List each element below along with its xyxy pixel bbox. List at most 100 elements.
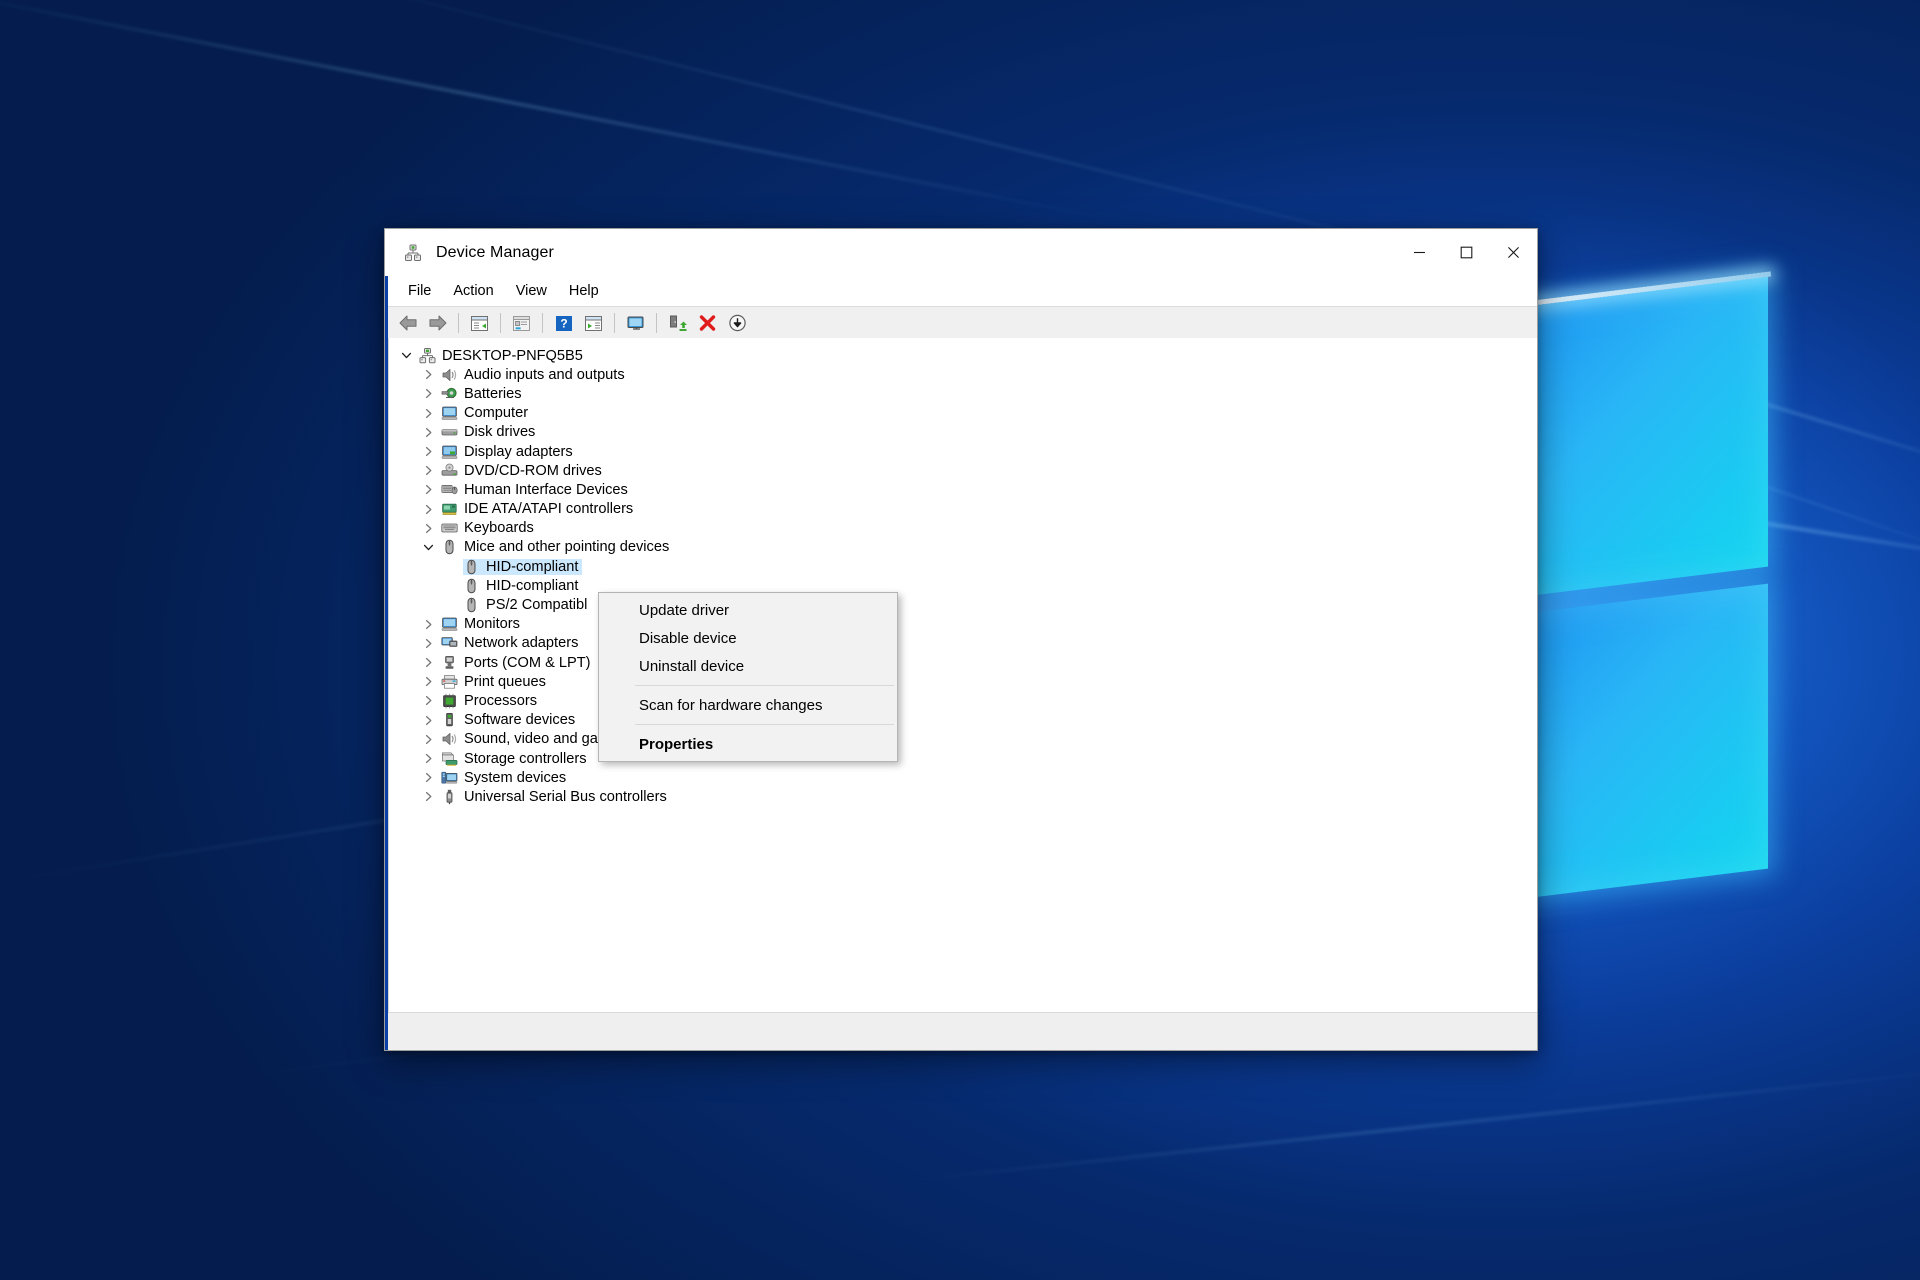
- chevron-right-icon[interactable]: [423, 388, 441, 399]
- tree-node-label: DESKTOP-PNFQ5B5: [442, 348, 583, 364]
- menu-view[interactable]: View: [505, 280, 558, 302]
- scan-hardware-changes-icon[interactable]: [723, 310, 752, 336]
- chevron-right-icon[interactable]: [423, 734, 441, 745]
- toolbar-separator: [500, 313, 501, 333]
- mouse-icon: [441, 539, 458, 555]
- toolbar-separator: [614, 313, 615, 333]
- context-menu-item-update-driver[interactable]: Update driver: [599, 596, 897, 624]
- tree-node-monitors[interactable]: Monitors: [389, 615, 1537, 634]
- chevron-right-icon[interactable]: [423, 676, 441, 687]
- menu-file[interactable]: File: [397, 280, 442, 302]
- chevron-right-icon[interactable]: [423, 408, 441, 419]
- tree-node-label: DVD/CD-ROM drives: [464, 463, 602, 479]
- tree-node-keyboards[interactable]: Keyboards: [389, 519, 1537, 538]
- context-menu-item-properties[interactable]: Properties: [599, 730, 897, 758]
- chevron-right-icon[interactable]: [423, 638, 441, 649]
- chevron-right-icon[interactable]: [423, 484, 441, 495]
- maximize-button[interactable]: [1443, 229, 1490, 276]
- tree-node-ports-com-lpt[interactable]: Ports (COM & LPT): [389, 653, 1537, 672]
- software-icon: [441, 712, 458, 728]
- chevron-right-icon[interactable]: [423, 504, 441, 515]
- properties-icon[interactable]: [507, 310, 536, 336]
- tree-node-ide-ata-atapi-controllers[interactable]: IDE ATA/ATAPI controllers: [389, 500, 1537, 519]
- tree-node-label: Disk drives: [464, 424, 535, 440]
- chevron-right-icon[interactable]: [423, 753, 441, 764]
- tree-node-display-adapters[interactable]: Display adapters: [389, 442, 1537, 461]
- tree-node-computer[interactable]: Computer: [389, 404, 1537, 423]
- tree-node-hid-compliant[interactable]: HID-compliant: [389, 576, 1537, 595]
- chevron-right-icon[interactable]: [423, 619, 441, 630]
- menu-action[interactable]: Action: [442, 280, 504, 302]
- chevron-right-icon[interactable]: [423, 369, 441, 380]
- chevron-down-icon[interactable]: [401, 350, 419, 361]
- tree-node-content: Human Interface Devices: [423, 482, 628, 498]
- tree-node-mice-and-other-pointing-devices[interactable]: Mice and other pointing devices: [389, 538, 1537, 557]
- battery-icon: [441, 386, 458, 402]
- tree-node-dvd-cd-rom-drives[interactable]: DVD/CD-ROM drives: [389, 461, 1537, 480]
- chevron-right-icon[interactable]: [423, 772, 441, 783]
- tree-node-software-devices[interactable]: Software devices: [389, 711, 1537, 730]
- tree-node-sound-video-and-game-controllers[interactable]: Sound, video and game controllers: [389, 730, 1537, 749]
- chevron-right-icon[interactable]: [423, 695, 441, 706]
- title-bar[interactable]: Device Manager: [385, 228, 1537, 276]
- chevron-right-icon[interactable]: [423, 427, 441, 438]
- computer-icon: [441, 405, 458, 421]
- forward-icon[interactable]: [423, 310, 452, 336]
- chevron-right-icon[interactable]: [423, 715, 441, 726]
- storage-icon: [441, 751, 458, 767]
- monitor-icon[interactable]: [621, 310, 650, 336]
- context-menu[interactable]: Update driverDisable deviceUninstall dev…: [598, 592, 898, 762]
- toolbar-separator: [656, 313, 657, 333]
- tree-node-content: Batteries: [423, 386, 522, 402]
- minimize-button[interactable]: [1396, 229, 1443, 276]
- tree-node-label: Computer: [464, 405, 528, 421]
- context-menu-item-uninstall-device[interactable]: Uninstall device: [599, 652, 897, 680]
- tree-node-content: System devices: [423, 770, 566, 786]
- tree-node-content: Keyboards: [423, 520, 534, 536]
- chevron-right-icon[interactable]: [423, 657, 441, 668]
- chevron-right-icon[interactable]: [423, 791, 441, 802]
- tree-node-print-queues[interactable]: Print queues: [389, 672, 1537, 691]
- tree-node-content: Print queues: [423, 674, 546, 690]
- context-menu-item-scan-for-hardware-changes[interactable]: Scan for hardware changes: [599, 691, 897, 719]
- chevron-down-icon[interactable]: [423, 542, 441, 553]
- speaker-icon: [441, 367, 458, 383]
- tree-node-disk-drives[interactable]: Disk drives: [389, 423, 1537, 442]
- close-button[interactable]: [1490, 229, 1537, 276]
- tree-node-content: PS/2 Compatibl: [445, 597, 587, 613]
- back-icon[interactable]: [393, 310, 422, 336]
- show-hide-console-tree-icon[interactable]: [465, 310, 494, 336]
- mouse-icon: [463, 578, 480, 594]
- tree-root-node[interactable]: DESKTOP-PNFQ5B5: [389, 346, 1537, 365]
- help-icon[interactable]: ?: [549, 310, 578, 336]
- tree-node-content: Network adapters: [423, 635, 578, 651]
- tree-node-label: Network adapters: [464, 635, 578, 651]
- tree-node-network-adapters[interactable]: Network adapters: [389, 634, 1537, 653]
- show-hide-action-pane-icon[interactable]: [579, 310, 608, 336]
- update-driver-icon[interactable]: [663, 310, 692, 336]
- chevron-right-icon[interactable]: [423, 465, 441, 476]
- tree-node-audio-inputs-and-outputs[interactable]: Audio inputs and outputs: [389, 365, 1537, 384]
- uninstall-device-icon[interactable]: [693, 310, 722, 336]
- tree-node-storage-controllers[interactable]: Storage controllers: [389, 749, 1537, 768]
- tree-node-batteries[interactable]: Batteries: [389, 384, 1537, 403]
- menu-help[interactable]: Help: [558, 280, 610, 302]
- device-manager-window[interactable]: Device Manager File Action View Help: [384, 228, 1538, 1051]
- chevron-right-icon[interactable]: [423, 523, 441, 534]
- tree-node-label: Ports (COM & LPT): [464, 655, 591, 671]
- tree-node-ps-2-compatibl[interactable]: PS/2 Compatibl: [389, 595, 1537, 614]
- context-menu-item-disable-device[interactable]: Disable device: [599, 624, 897, 652]
- tree-node-system-devices[interactable]: System devices: [389, 768, 1537, 787]
- device-tree[interactable]: DESKTOP-PNFQ5B5 Audio inputs and outputs…: [388, 338, 1537, 1012]
- tree-node-universal-serial-bus-controllers[interactable]: Universal Serial Bus controllers: [389, 787, 1537, 806]
- tree-node-human-interface-devices[interactable]: Human Interface Devices: [389, 480, 1537, 499]
- tree-node-processors[interactable]: Processors: [389, 691, 1537, 710]
- tree-node-hid-compliant[interactable]: HID-compliant: [389, 557, 1537, 576]
- tree-node-content: DESKTOP-PNFQ5B5: [401, 348, 583, 364]
- tree-node-label: Universal Serial Bus controllers: [464, 789, 667, 805]
- port-icon: [441, 655, 458, 671]
- context-menu-separator: [635, 685, 894, 686]
- chevron-right-icon[interactable]: [423, 446, 441, 457]
- tree-node-content: Processors: [423, 693, 537, 709]
- tree-node-content: Universal Serial Bus controllers: [423, 789, 667, 805]
